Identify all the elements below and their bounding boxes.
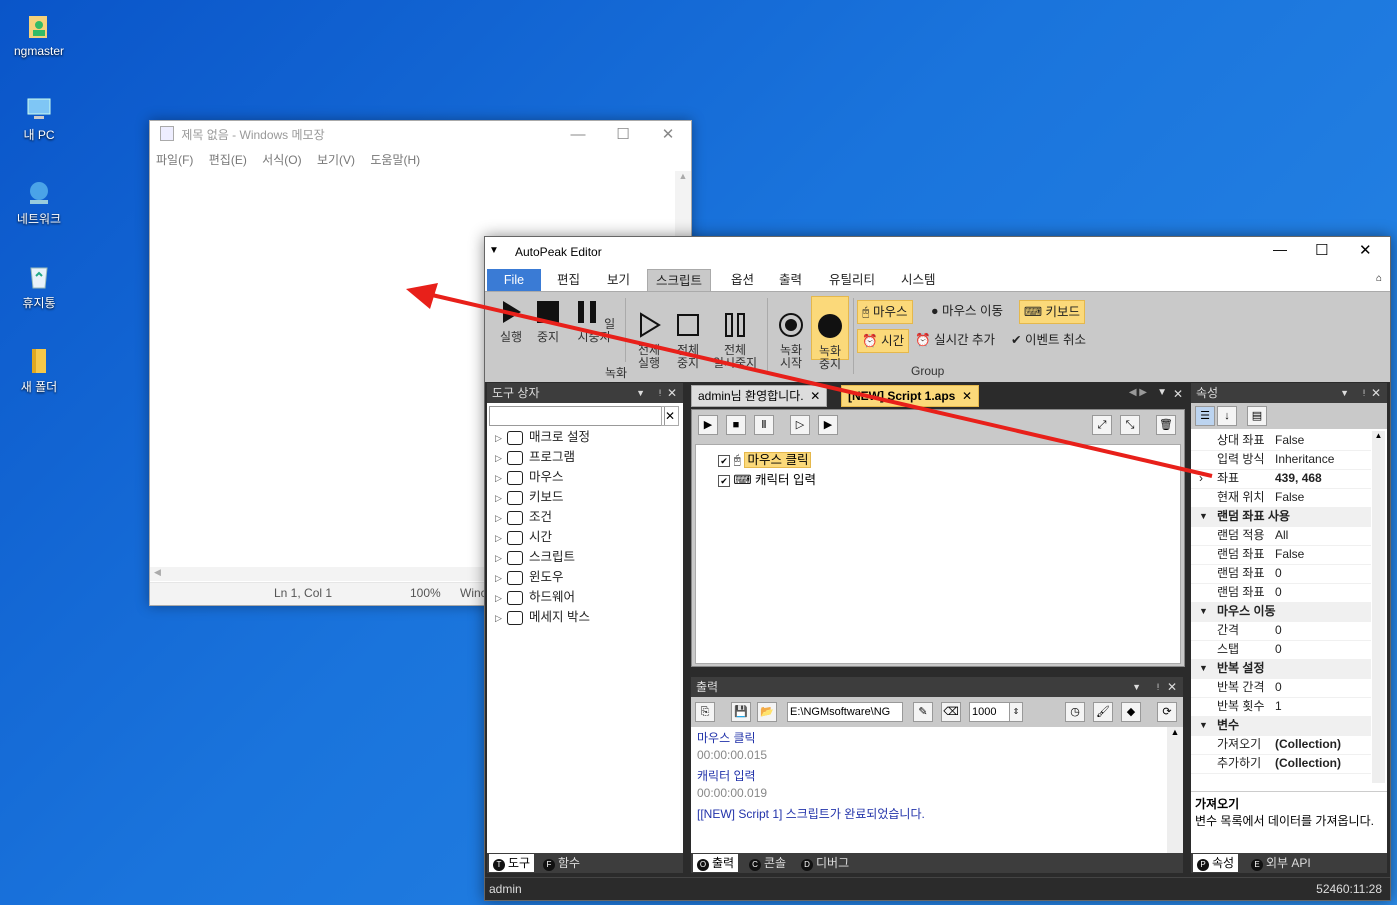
arrow-head (406, 283, 438, 309)
arrow-line (431, 293, 1213, 478)
annotation-arrow (406, 283, 1213, 478)
